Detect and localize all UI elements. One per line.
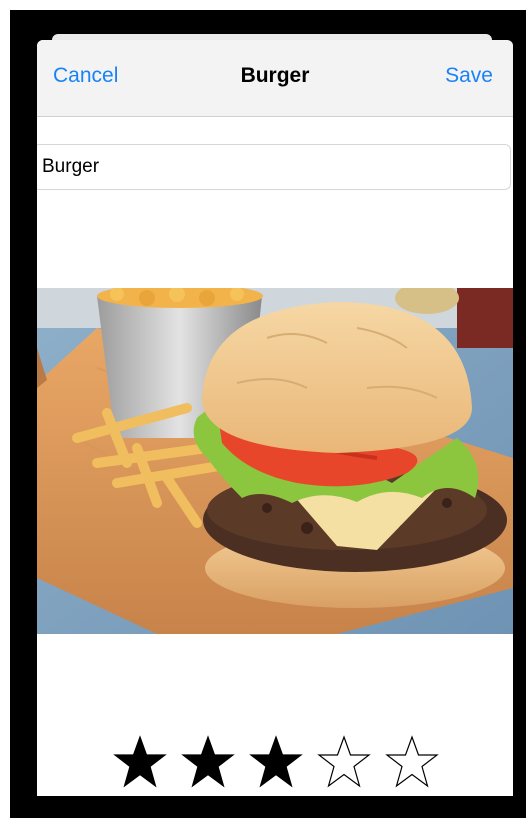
- star-empty-icon[interactable]: [317, 734, 371, 790]
- star-filled-icon[interactable]: [113, 734, 167, 790]
- star-filled-icon[interactable]: [181, 734, 235, 790]
- star-filled-icon[interactable]: [249, 734, 303, 790]
- meal-photo[interactable]: [37, 288, 513, 634]
- save-button[interactable]: Save: [445, 64, 493, 88]
- meal-name-field[interactable]: [37, 144, 511, 190]
- page-title: Burger: [240, 64, 310, 87]
- star-empty-icon[interactable]: [385, 734, 439, 790]
- rating-control: [113, 734, 439, 790]
- burger-photo-icon: [37, 288, 513, 634]
- meal-detail-screen: Cancel Burger Save: [37, 40, 513, 796]
- navigation-bar: Cancel Burger Save: [37, 40, 513, 117]
